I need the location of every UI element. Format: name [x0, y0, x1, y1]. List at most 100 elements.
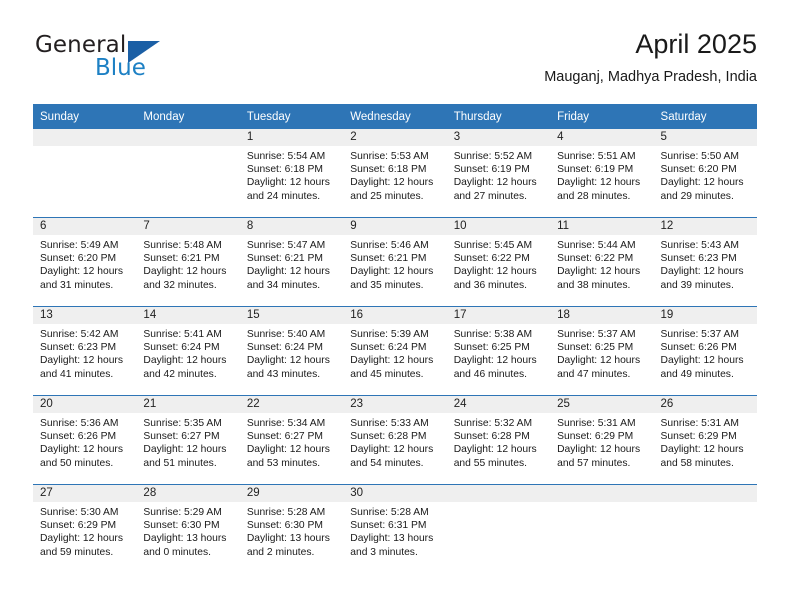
calendar-day-cell-empty	[136, 129, 240, 217]
calendar-day-cell[interactable]: 8 Sunrise: 5:47 AM Sunset: 6:21 PM Daylight…	[239, 218, 344, 306]
sunrise-text: Sunrise: 5:29 AM	[143, 507, 222, 518]
sunrise-text: Sunrise: 5:33 AM	[350, 418, 429, 429]
day-details: Sunrise: 5:28 AM Sunset: 6:30 PM Daylight:…	[240, 502, 343, 559]
page-title: April 2025	[635, 29, 757, 59]
daylight-text-line2: and 27 minutes.	[453, 190, 527, 202]
day-details: Sunrise: 5:41 AM Sunset: 6:24 PM Daylight:…	[136, 324, 239, 381]
weekday-header-tuesday: Tuesday	[239, 104, 344, 129]
day-details: Sunrise: 5:44 AM Sunset: 6:22 PM Daylight:…	[550, 235, 653, 292]
sunrise-text: Sunrise: 5:47 AM	[246, 240, 326, 251]
daylight-text-line1: Daylight: 12 hours	[557, 266, 641, 278]
day-number: 20	[33, 396, 137, 413]
sunset-text: Sunset: 6:30 PM	[246, 520, 323, 532]
sunset-text: Sunset: 6:22 PM	[557, 253, 634, 265]
day-number: 18	[550, 307, 654, 324]
day-details: Sunrise: 5:47 AM Sunset: 6:21 PM Daylight:…	[240, 235, 343, 292]
sunrise-text: Sunrise: 5:31 AM	[660, 418, 739, 429]
daylight-text-line1: Daylight: 13 hours	[143, 533, 227, 545]
day-number: 1	[239, 129, 344, 146]
day-details: Sunrise: 5:34 AM Sunset: 6:27 PM Daylight:…	[240, 413, 343, 470]
sunrise-text: Sunrise: 5:45 AM	[453, 240, 533, 251]
calendar-day-cell[interactable]: 2 Sunrise: 5:53 AM Sunset: 6:18 PM Daylight…	[343, 129, 447, 217]
sunset-text: Sunset: 6:25 PM	[557, 342, 634, 354]
daylight-text-line2: and 55 minutes.	[453, 457, 527, 469]
calendar-day-cell-empty	[653, 485, 757, 573]
calendar-week-row: 13 Sunrise: 5:42 AM Sunset: 6:23 PM Dayligh…	[33, 306, 757, 396]
sunrise-text: Sunrise: 5:32 AM	[453, 418, 533, 429]
calendar-day-cell[interactable]: 10 Sunrise: 5:45 AM Sunset: 6:22 PM Dayligh…	[446, 218, 551, 306]
daylight-text-line1: Daylight: 12 hours	[246, 266, 330, 278]
calendar-day-cell[interactable]: 27 Sunrise: 5:30 AM Sunset: 6:29 PM Dayligh…	[33, 485, 137, 573]
calendar-day-cell[interactable]: 3 Sunrise: 5:52 AM Sunset: 6:19 PM Daylight…	[446, 129, 551, 217]
weekday-header-monday: Monday	[136, 104, 240, 129]
sunrise-text: Sunrise: 5:43 AM	[660, 240, 739, 251]
calendar-day-cell[interactable]: 13 Sunrise: 5:42 AM Sunset: 6:23 PM Dayligh…	[33, 307, 137, 395]
day-number: 14	[136, 307, 240, 324]
page-subtitle: Mauganj, Madhya Pradesh, India	[544, 69, 757, 85]
calendar-day-cell[interactable]: 30 Sunrise: 5:28 AM Sunset: 6:31 PM Dayligh…	[343, 485, 447, 573]
calendar-day-cell[interactable]: 11 Sunrise: 5:44 AM Sunset: 6:22 PM Dayligh…	[550, 218, 654, 306]
title-block: April 2025 Mauganj, Madhya Pradesh, Indi…	[544, 28, 757, 86]
sunset-text: Sunset: 6:24 PM	[350, 342, 427, 354]
logo-text-blue: Blue	[95, 55, 146, 81]
day-number: 8	[239, 218, 344, 235]
daylight-text-line2: and 42 minutes.	[143, 368, 217, 380]
daylight-text-line1: Daylight: 12 hours	[557, 177, 641, 189]
sunset-text: Sunset: 6:20 PM	[660, 164, 737, 176]
calendar-day-cell[interactable]: 24 Sunrise: 5:32 AM Sunset: 6:28 PM Dayligh…	[446, 396, 551, 484]
sunset-text: Sunset: 6:30 PM	[143, 520, 220, 532]
day-details: Sunrise: 5:31 AM Sunset: 6:29 PM Daylight:…	[550, 413, 653, 470]
daylight-text-line1: Daylight: 12 hours	[350, 177, 434, 189]
day-details: Sunrise: 5:49 AM Sunset: 6:20 PM Daylight:…	[33, 235, 136, 292]
day-number: 9	[343, 218, 447, 235]
day-number: 11	[550, 218, 654, 235]
calendar-day-cell[interactable]: 5 Sunrise: 5:50 AM Sunset: 6:20 PM Daylight…	[653, 129, 757, 217]
calendar-day-cell[interactable]: 28 Sunrise: 5:29 AM Sunset: 6:30 PM Dayligh…	[136, 485, 240, 573]
daylight-text-line1: Daylight: 12 hours	[557, 444, 641, 456]
calendar-day-cell[interactable]: 15 Sunrise: 5:40 AM Sunset: 6:24 PM Dayligh…	[239, 307, 344, 395]
daylight-text-line2: and 58 minutes.	[660, 457, 734, 469]
daylight-text-line2: and 51 minutes.	[143, 457, 217, 469]
sunset-text: Sunset: 6:26 PM	[40, 431, 117, 443]
calendar-day-cell[interactable]: 21 Sunrise: 5:35 AM Sunset: 6:27 PM Dayligh…	[136, 396, 240, 484]
calendar-day-cell[interactable]: 7 Sunrise: 5:48 AM Sunset: 6:21 PM Daylight…	[136, 218, 240, 306]
day-number	[446, 485, 551, 502]
daylight-text-line2: and 50 minutes.	[40, 457, 114, 469]
general-blue-logo[interactable]: General Blue	[33, 32, 213, 90]
daylight-text-line1: Daylight: 12 hours	[660, 266, 744, 278]
calendar-day-cell[interactable]: 18 Sunrise: 5:37 AM Sunset: 6:25 PM Dayligh…	[550, 307, 654, 395]
sunset-text: Sunset: 6:19 PM	[453, 164, 530, 176]
calendar-day-cell[interactable]: 16 Sunrise: 5:39 AM Sunset: 6:24 PM Dayligh…	[343, 307, 447, 395]
day-details: Sunrise: 5:45 AM Sunset: 6:22 PM Daylight:…	[447, 235, 550, 292]
calendar-day-cell[interactable]: 26 Sunrise: 5:31 AM Sunset: 6:29 PM Dayligh…	[653, 396, 757, 484]
daylight-text-line2: and 25 minutes.	[350, 190, 424, 202]
calendar-day-cell[interactable]: 12 Sunrise: 5:43 AM Sunset: 6:23 PM Dayligh…	[653, 218, 757, 306]
calendar-day-cell[interactable]: 17 Sunrise: 5:38 AM Sunset: 6:25 PM Dayligh…	[446, 307, 551, 395]
calendar-day-cell[interactable]: 19 Sunrise: 5:37 AM Sunset: 6:26 PM Dayligh…	[653, 307, 757, 395]
daylight-text-line2: and 47 minutes.	[557, 368, 631, 380]
calendar-day-cell[interactable]: 1 Sunrise: 5:54 AM Sunset: 6:18 PM Daylight…	[239, 129, 344, 217]
day-number: 16	[343, 307, 447, 324]
calendar-day-cell[interactable]: 4 Sunrise: 5:51 AM Sunset: 6:19 PM Daylight…	[550, 129, 654, 217]
day-number: 13	[33, 307, 137, 324]
sunrise-text: Sunrise: 5:54 AM	[246, 151, 326, 162]
daylight-text-line2: and 46 minutes.	[453, 368, 527, 380]
calendar-day-cell[interactable]: 25 Sunrise: 5:31 AM Sunset: 6:29 PM Dayligh…	[550, 396, 654, 484]
daylight-text-line1: Daylight: 12 hours	[40, 533, 123, 545]
daylight-text-line1: Daylight: 13 hours	[350, 533, 434, 545]
calendar-day-cell-empty	[33, 129, 137, 217]
calendar-day-cell[interactable]: 29 Sunrise: 5:28 AM Sunset: 6:30 PM Dayligh…	[239, 485, 344, 573]
daylight-text-line1: Daylight: 12 hours	[453, 266, 537, 278]
daylight-text-line2: and 57 minutes.	[557, 457, 631, 469]
day-details: Sunrise: 5:39 AM Sunset: 6:24 PM Daylight:…	[343, 324, 446, 381]
calendar-day-cell[interactable]: 9 Sunrise: 5:46 AM Sunset: 6:21 PM Daylight…	[343, 218, 447, 306]
calendar-day-cell[interactable]: 22 Sunrise: 5:34 AM Sunset: 6:27 PM Dayligh…	[239, 396, 344, 484]
day-number	[136, 129, 240, 146]
daylight-text-line1: Daylight: 12 hours	[246, 355, 330, 367]
calendar-day-cell[interactable]: 6 Sunrise: 5:49 AM Sunset: 6:20 PM Daylight…	[33, 218, 137, 306]
calendar-day-cell[interactable]: 23 Sunrise: 5:33 AM Sunset: 6:28 PM Dayligh…	[343, 396, 447, 484]
weekday-header-wednesday: Wednesday	[343, 104, 447, 129]
calendar-day-cell[interactable]: 14 Sunrise: 5:41 AM Sunset: 6:24 PM Dayligh…	[136, 307, 240, 395]
calendar-day-cell[interactable]: 20 Sunrise: 5:36 AM Sunset: 6:26 PM Dayligh…	[33, 396, 137, 484]
day-number: 4	[550, 129, 654, 146]
